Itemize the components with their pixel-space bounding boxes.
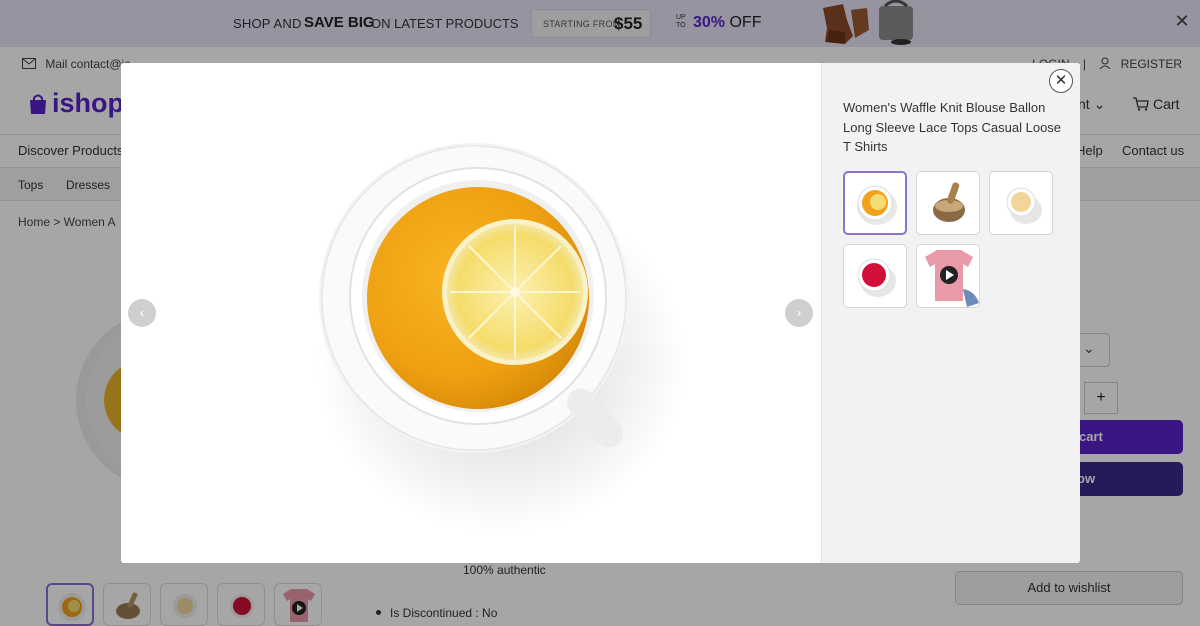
modal-close-button[interactable]: ✕	[1049, 69, 1073, 93]
gallery-main-stage: ‹ ›	[121, 63, 821, 563]
mortar-thumb-image	[933, 182, 965, 222]
gallery-next-button[interactable]: ›	[785, 299, 813, 327]
modal-product-title: Women's Waffle Knit Blouse Ballon Long S…	[843, 100, 1062, 154]
gallery-prev-button[interactable]: ‹	[128, 299, 156, 327]
modal-thumb-tea-red[interactable]	[843, 244, 907, 308]
modal-thumb-tea-milk[interactable]	[989, 171, 1053, 235]
main-product-image	[316, 143, 686, 533]
chevron-left-icon: ‹	[139, 304, 145, 320]
tea-milk-thumb-image	[1006, 187, 1042, 224]
gallery-sidebar: Women's Waffle Knit Blouse Ballon Long S…	[821, 63, 1080, 563]
modal-thumb-tea-lemon[interactable]	[843, 171, 907, 235]
image-gallery-modal: ‹ › Women's Waffle Knit Blouse Ballon Lo…	[121, 63, 1080, 563]
tshirt-thumb-image	[925, 250, 979, 307]
tea-lemon-thumb-image	[857, 185, 897, 225]
chevron-right-icon: ›	[796, 304, 802, 320]
close-icon: ✕	[1054, 72, 1068, 89]
tea-red-thumb-image	[857, 258, 896, 297]
modal-thumb-tshirt-video[interactable]	[916, 244, 980, 308]
modal-thumb-mortar[interactable]	[916, 171, 980, 235]
